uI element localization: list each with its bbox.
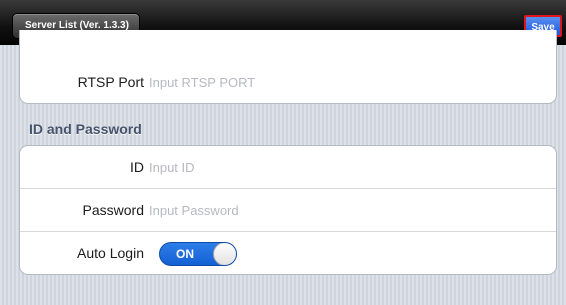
auto-login-toggle[interactable]: ON: [159, 242, 237, 266]
toggle-knob: [213, 243, 236, 265]
rtsp-port-row: RTSP Port: [20, 61, 556, 103]
password-input[interactable]: [149, 199, 539, 221]
auto-login-label: Auto Login: [77, 245, 144, 261]
id-label: ID: [130, 159, 144, 175]
password-label: Password: [82, 202, 144, 218]
auto-login-row: Auto Login ON: [20, 232, 556, 274]
password-row: Password: [20, 189, 556, 232]
id-row: ID: [20, 146, 556, 189]
section-header-id-and-password: ID and Password: [29, 121, 142, 137]
connection-settings-group: RTSP Port: [19, 30, 557, 104]
rtsp-port-input[interactable]: [149, 71, 539, 93]
rtsp-port-label: RTSP Port: [77, 74, 144, 90]
id-password-group: ID Password Auto Login ON: [19, 145, 557, 275]
id-input[interactable]: [149, 156, 539, 178]
toggle-state-text: ON: [176, 247, 194, 261]
